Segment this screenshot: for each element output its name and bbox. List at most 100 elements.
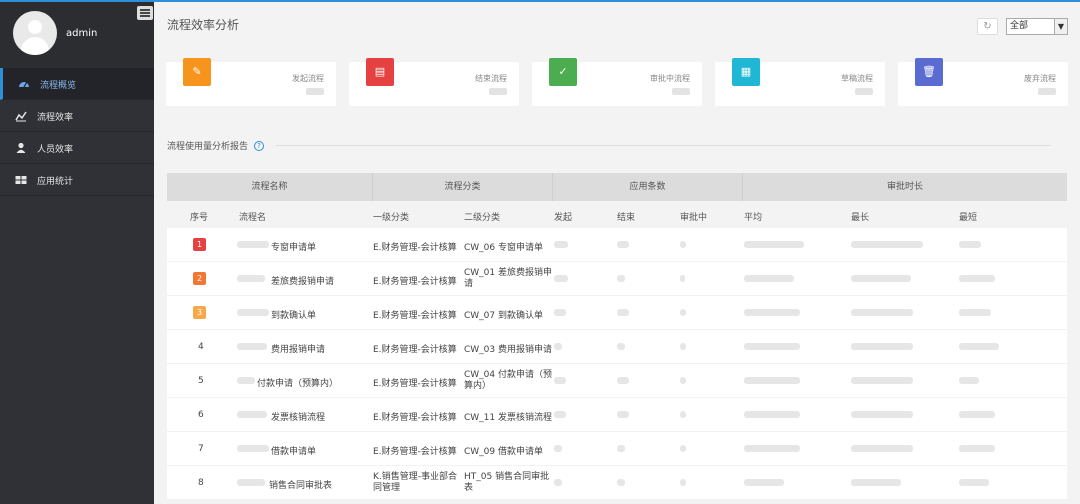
help-icon[interactable]: ?	[254, 141, 265, 151]
finish-doc-icon: ▤	[366, 58, 394, 86]
category-level2-line1: HT_05 销售合同审批	[464, 472, 550, 482]
blurred-value	[680, 479, 686, 486]
blurred-value	[851, 479, 901, 486]
column-header[interactable]: 流程名	[239, 210, 266, 223]
card-value-blurred	[1038, 88, 1056, 95]
column-header[interactable]: 一级分类	[373, 210, 409, 223]
main-content: 流程效率分析 ↻ 全部 ▼ ✎ 发起流程 ▤ 结束流程 ✓ 审批中流程 ▦ 草稿…	[154, 2, 1080, 504]
group-header-process-name: 流程名称	[167, 173, 373, 201]
category-level1: E.财务管理-会计核算	[373, 311, 457, 321]
blurred-value	[959, 343, 999, 350]
sidebar-item-label: 人员效率	[37, 145, 74, 155]
username: admin	[66, 28, 98, 39]
table-row[interactable]: 4 费用报销申请 E.财务管理-会计核算 CW_03 费用报销申请	[167, 330, 1067, 364]
blurred-value	[680, 411, 686, 418]
blurred-value	[237, 309, 269, 316]
blurred-value	[554, 275, 568, 282]
card-value-blurred	[489, 88, 507, 95]
category-level1: K.销售管理-事业部合 同管理	[373, 472, 457, 494]
sidebar-item-people[interactable]: 人员效率	[0, 132, 154, 164]
card-draft[interactable]: ▦ 草稿流程	[715, 58, 885, 106]
card-started[interactable]: ✎ 发起流程	[166, 58, 336, 106]
card-label: 发起流程	[292, 74, 324, 83]
sidebar-item-apps[interactable]: 应用统计	[0, 164, 154, 196]
category-level2-line1: CW_04 付款申请（预	[464, 370, 552, 380]
table-row[interactable]: 1 专窗申请单 E.财务管理-会计核算 CW_06 专窗申请单	[167, 228, 1067, 262]
process-name[interactable]: 到款确认单	[271, 308, 316, 321]
table-row[interactable]: 8 销售合同审批表 K.销售管理-事业部合 同管理 HT_05 销售合同审批表	[167, 466, 1067, 500]
process-name[interactable]: 差旅费报销申请	[271, 274, 334, 287]
table-row[interactable]: 3 到款确认单 E.财务管理-会计核算 CW_07 到款确认单	[167, 296, 1067, 330]
column-header[interactable]: 审批中	[680, 210, 707, 223]
category-level2: CW_09 借款申请单	[464, 447, 543, 457]
avatar[interactable]	[13, 11, 57, 55]
group-header-approval-time: 审批时长	[886, 182, 923, 192]
group-header-category: 流程分类	[373, 173, 553, 201]
blurred-value	[959, 445, 995, 452]
blurred-value	[851, 309, 913, 316]
blurred-value	[744, 343, 800, 350]
category-level1: E.财务管理-会计核算	[373, 413, 457, 423]
category-level1: E.财务管理-会计核算	[373, 277, 457, 287]
column-header[interactable]: 最短	[959, 210, 977, 223]
category-level2: CW_11 发票核销流程	[464, 413, 552, 423]
category-level2: CW_01 差旅费报销申请	[464, 268, 552, 290]
blurred-value	[680, 445, 686, 452]
refresh-button[interactable]: ↻	[977, 18, 998, 35]
user-icon	[16, 142, 26, 153]
user-panel: admin	[0, 0, 154, 68]
blurred-value	[554, 309, 566, 316]
card-finished[interactable]: ▤ 结束流程	[349, 58, 519, 106]
card-label: 审批中流程	[650, 74, 690, 83]
blurred-value	[744, 411, 800, 418]
blurred-value	[680, 275, 685, 282]
column-header[interactable]: 最长	[851, 210, 869, 223]
category-level2: CW_07 到款确认单	[464, 311, 543, 321]
blurred-value	[237, 241, 269, 248]
chevron-down-icon: ▼	[1054, 19, 1067, 34]
table-row[interactable]: 5 付款申请（预算内） E.财务管理-会计核算 CW_04 付款申请（预 算内）	[167, 364, 1067, 398]
blurred-value	[237, 343, 267, 350]
table-row[interactable]: 6 发票核销流程 E.财务管理-会计核算 CW_11 发票核销流程	[167, 398, 1067, 432]
sidebar-item-overview[interactable]: 流程概览	[0, 68, 154, 100]
blurred-value	[617, 377, 629, 384]
blurred-value	[617, 275, 625, 282]
blurred-value	[554, 241, 568, 248]
blurred-value	[237, 377, 255, 384]
rank-badge: 3	[193, 306, 206, 319]
category-level2: HT_05 销售合同审批表	[464, 472, 549, 494]
menu-toggle-icon[interactable]	[137, 6, 153, 20]
filter-select[interactable]: 全部 ▼	[1006, 18, 1068, 35]
blurred-value	[554, 377, 566, 384]
card-in-approval[interactable]: ✓ 审批中流程	[532, 58, 702, 106]
filter-select-value: 全部	[1010, 21, 1029, 31]
blurred-value	[959, 275, 995, 282]
grid-icon	[15, 176, 27, 184]
table-row[interactable]: 7 借款申请单 E.财务管理-会计核算 CW_09 借款申请单	[167, 432, 1067, 466]
column-header[interactable]: 结束	[617, 210, 635, 223]
process-name[interactable]: 付款申请（预算内）	[257, 376, 338, 389]
category-level2-line2: 表	[464, 483, 474, 493]
process-name[interactable]: 发票核销流程	[271, 410, 325, 423]
process-name[interactable]: 专窗申请单	[271, 240, 316, 253]
section-divider	[276, 145, 1050, 146]
column-header[interactable]: 二级分类	[464, 210, 500, 223]
category-level1: E.财务管理-会计核算	[373, 379, 457, 389]
column-header[interactable]: 发起	[554, 210, 572, 223]
sidebar-item-label: 流程效率	[37, 113, 74, 123]
avatar-body-shape	[21, 37, 49, 55]
process-name[interactable]: 费用报销申请	[271, 342, 325, 355]
summary-cards: ✎ 发起流程 ▤ 结束流程 ✓ 审批中流程 ▦ 草稿流程 🗑 废弃流程	[166, 58, 1068, 106]
process-name[interactable]: 借款申请单	[271, 444, 316, 457]
card-discarded[interactable]: 🗑 废弃流程	[898, 58, 1068, 106]
process-name[interactable]: 销售合同审批表	[269, 478, 332, 491]
column-header[interactable]: 平均	[744, 210, 762, 223]
category-level1-line1: K.销售管理-事业部合	[373, 472, 458, 482]
blurred-value	[237, 275, 265, 282]
table-column-header: 序号 流程名 一级分类 二级分类 发起 结束 审批中 平均 最长 最短	[167, 201, 1067, 228]
table-row[interactable]: 2 差旅费报销申请 E.财务管理-会计核算 CW_01 差旅费报销申请	[167, 262, 1067, 296]
column-header[interactable]: 序号	[190, 210, 208, 223]
category-level1: E.财务管理-会计核算	[373, 243, 457, 253]
blurred-value	[554, 343, 562, 350]
sidebar-item-efficiency[interactable]: 流程效率	[0, 100, 154, 132]
